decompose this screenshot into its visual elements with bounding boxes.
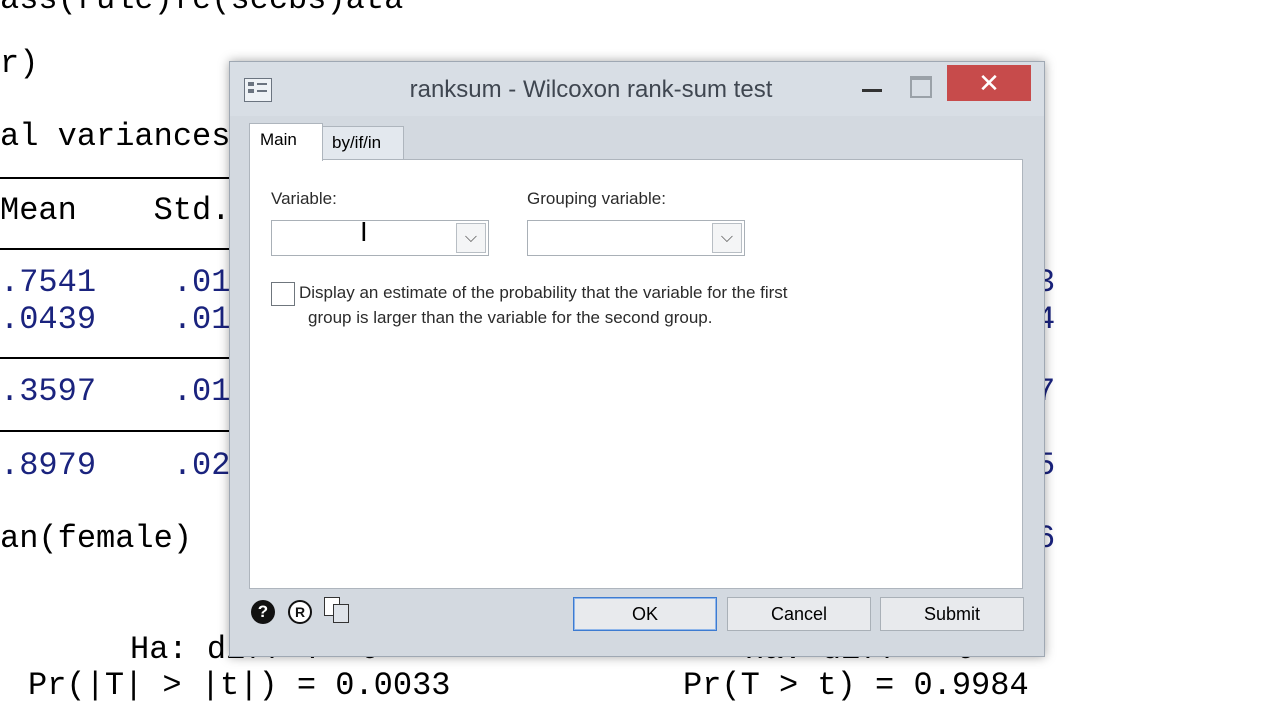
tab-by-if-in[interactable]: by/if/in — [321, 126, 404, 159]
table-rule — [0, 248, 232, 250]
table-row: .3597 .010 — [0, 373, 250, 410]
help-icon[interactable]: ? — [251, 600, 275, 624]
table-rule — [0, 430, 232, 432]
output-line: al variances — [0, 118, 231, 155]
ok-button[interactable]: OK — [573, 597, 717, 631]
submit-button[interactable]: Submit — [880, 597, 1024, 631]
table-rule — [0, 177, 232, 179]
variable-combobox[interactable]: ⌵ — [271, 220, 489, 256]
minimize-button[interactable] — [856, 72, 892, 102]
output-line: r) — [0, 45, 39, 82]
output-line: ass(rule)fe(secbs)ata — [0, 0, 403, 18]
output-line: an(female) — [0, 520, 193, 557]
variable-label: Variable: — [271, 189, 337, 208]
text-cursor-icon: I — [360, 218, 368, 248]
cancel-button[interactable]: Cancel — [727, 597, 871, 631]
maximize-button — [902, 72, 938, 102]
tab-main[interactable]: Main — [249, 123, 323, 161]
main-panel: Variable: ⌵ I Grouping variable: ⌵ Displ… — [249, 159, 1023, 589]
output-line: Pr(|T| > |t|) = 0.0033 — [28, 667, 451, 704]
dialog-title: ranksum - Wilcoxon rank-sum test — [409, 76, 773, 103]
probability-checkbox[interactable] — [271, 282, 295, 306]
table-row: .7541 .016 — [0, 264, 250, 301]
table-row: .0439 .013 — [0, 301, 250, 338]
title-bar[interactable]: ranksum - Wilcoxon rank-sum test ✕ — [230, 62, 1044, 116]
table-header: Mean Std. — [0, 192, 231, 229]
checkbox-label-line2: group is larger than the variable for th… — [308, 308, 713, 327]
grouping-variable-combobox[interactable]: ⌵ — [527, 220, 745, 256]
chevron-down-icon[interactable]: ⌵ — [456, 223, 486, 253]
ranksum-dialog: ranksum - Wilcoxon rank-sum test ✕ Main … — [229, 61, 1045, 657]
output-line: Pr(T > t) = 0.9984 — [683, 667, 1029, 704]
minimize-icon — [862, 89, 882, 92]
table-rule — [0, 357, 232, 359]
checkbox-label-line1: Display an estimate of the probability t… — [299, 283, 788, 302]
copy-icon[interactable] — [324, 597, 350, 625]
table-row: .8979 .021 — [0, 447, 250, 484]
close-button[interactable]: ✕ — [947, 65, 1031, 101]
chevron-down-icon[interactable]: ⌵ — [712, 223, 742, 253]
grouping-variable-label: Grouping variable: — [527, 189, 666, 208]
reset-icon[interactable]: R — [288, 600, 312, 624]
maximize-icon — [910, 76, 932, 98]
